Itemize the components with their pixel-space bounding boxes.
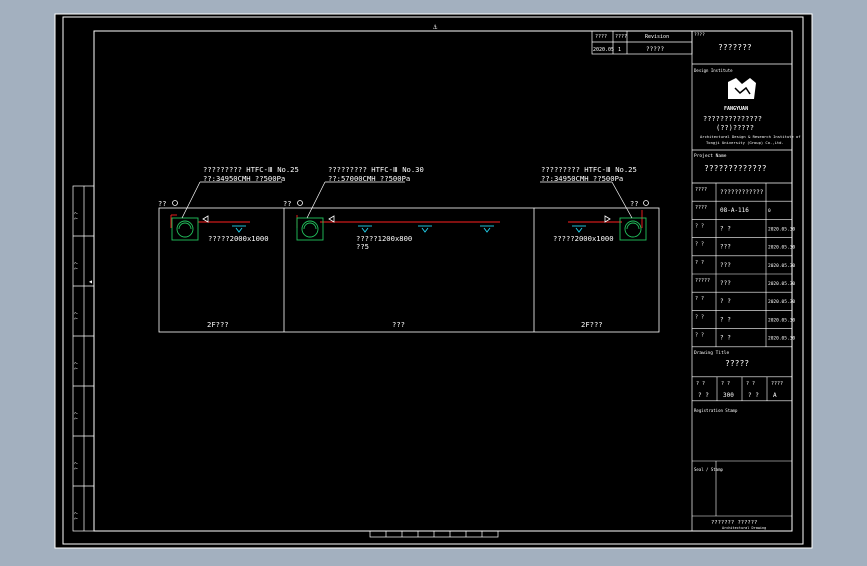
scale-row-label: ? ? [746,381,755,387]
drawing-title-label: Drawing Title [694,350,730,356]
title-row-value: ? ? [720,298,731,305]
title-row-value: ??? [720,262,731,269]
cad-viewport[interactable]: ⚓ ? ?? ?? ?? ?? ?? ?? ? ◂ ????????? HTFC… [0,0,867,562]
owner-label: ???? [694,32,705,38]
drawing-title-value: ????? [725,359,749,368]
duct-right-size: ?????2000x1000 [553,234,614,243]
seal-label: Seal / Stamp [694,467,723,472]
title-row-value: ??? [720,280,731,287]
outlet-left-label: ?? [158,200,166,208]
institute-name-1: ?????????????? [703,115,762,123]
project-value: ????????????? [704,164,767,173]
stamp-label: Registration Stamp [694,408,738,413]
project-label: Project Name [694,153,727,159]
outlet-mid-label: ?? [283,200,291,208]
title-row-date: 2020.05.30 [768,226,795,232]
logo-text: FANGYUAN [724,106,748,112]
outlet-right-label: ?? [630,200,638,208]
title-row-label: ? ? [695,333,704,339]
title-row-date: 2020.05.30 [768,299,795,305]
left-strip-label: ? ? [74,212,80,220]
title-row-value: 08-A-116 [720,207,749,214]
duct-mid-sub: ??5 [356,242,369,251]
bottom-note-en: Architectural Drawing [722,526,766,530]
title-row-label: ? ? [695,223,704,229]
scale-row-value: 300 [723,392,734,399]
title-row-date: 2020.05.30 [768,245,795,251]
title-row-value: ? ? [720,335,731,342]
institute-en-1: Architectural Design & Research Institut… [700,134,801,139]
fan-left-label-2: ??:34950CMH ??500Pa [203,174,285,183]
title-row-label: ? ? [695,242,704,248]
fan-right-label-1: ????????? HTFC-Ⅲ No.25 [541,165,637,174]
duct-left-size: ?????2000x1000 [208,234,269,243]
fan-left-label-1: ????????? HTFC-Ⅲ No.25 [203,165,299,174]
room-right-label: 2F??? [581,320,603,329]
cad-drawing: ⚓ ? ?? ?? ?? ?? ?? ?? ? ◂ ????????? HTFC… [54,13,813,549]
title-row-date: 0 [768,208,771,214]
scale-row-value: A [773,392,777,399]
title-row-date: 2020.05.30 [768,263,795,269]
institute-label: Design Institute [694,68,733,73]
fan-right-label-2: ??:34950CMH ??500Pa [541,174,623,183]
scale-row-value: ? ? [748,392,759,399]
rev-desc: ????? [646,46,664,53]
left-strip-label: ? ? [74,312,80,320]
left-strip-label: ? ? [74,262,80,270]
left-arrow-icon: ◂ [88,277,93,286]
scale-row-label: ? ? [721,381,730,387]
scale-row-label: ???? [771,381,783,387]
left-strip-label: ? ? [74,462,80,470]
title-row-date: 2020.05.30 [768,317,795,323]
scale-row-label: ? ? [696,381,705,387]
institute-en-2: Tongji University (Group) Co.,Ltd. [706,140,784,145]
title-row-date: 2020.05.30 [768,281,795,287]
rev-date: 2020.05 [593,47,614,53]
left-strip-label: ? ? [74,362,80,370]
fan-mid-label-2: ??:57000CMH ??500Pa [328,174,410,183]
room-left-label: 2F??? [207,320,229,329]
title-row-value: ??? [720,244,731,251]
title-row-label: ? ? [695,260,704,266]
rev-number: 1 [618,47,621,53]
left-strip-label: ? ? [74,512,80,520]
scale-row-value: ? ? [698,392,709,399]
title-row-value: ???????????? [720,189,764,196]
left-strip-label: ? ? [74,412,80,420]
rev-header-3: Revision [645,34,669,40]
title-row-label: ? ? [695,296,704,302]
title-row-date: 2020.05.30 [768,336,795,342]
title-row-label: ???? [695,187,707,193]
title-row-value: ? ? [720,316,731,323]
title-row-value: ? ? [720,225,731,232]
title-row-label: ? ? [695,314,704,320]
institute-name-2: (??)????? [716,124,754,132]
title-row-label: ???? [695,205,707,211]
owner-value: ??????? [718,43,752,52]
fan-mid-label-1: ????????? HTFC-Ⅲ No.30 [328,165,424,174]
rev-header-2: ???? [615,34,627,40]
rev-header-1: ???? [595,34,607,40]
title-row-label: ????? [695,278,710,284]
room-mid-label: ??? [392,320,405,329]
